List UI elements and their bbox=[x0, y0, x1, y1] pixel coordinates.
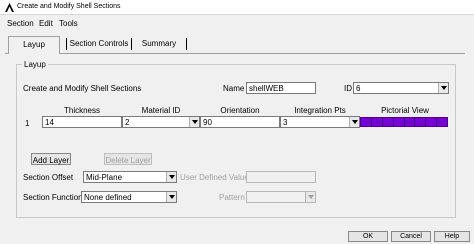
layer-segment bbox=[426, 118, 438, 126]
pattern-select[interactable] bbox=[246, 191, 316, 203]
layer-segment bbox=[415, 118, 427, 126]
menu-tools[interactable]: Tools bbox=[59, 19, 78, 28]
menu-edit[interactable]: Edit bbox=[39, 19, 53, 28]
id-select[interactable]: 6 bbox=[353, 82, 449, 94]
integration-pts-value: 3 bbox=[283, 118, 288, 127]
orientation-input[interactable]: 90 bbox=[200, 116, 280, 128]
thickness-value: 14 bbox=[45, 118, 54, 127]
ok-label: OK bbox=[362, 233, 374, 240]
material-id-select[interactable]: 2 bbox=[122, 116, 200, 128]
name-label: Name bbox=[223, 84, 245, 93]
chevron-down-icon[interactable] bbox=[166, 192, 176, 202]
layer-segment bbox=[394, 118, 405, 126]
pattern-label: Pattern bbox=[219, 193, 245, 202]
orientation-value: 90 bbox=[203, 118, 212, 127]
chevron-down-icon[interactable] bbox=[349, 117, 359, 127]
help-label: Help bbox=[444, 233, 460, 240]
layer-segment bbox=[372, 118, 383, 126]
layer-segment bbox=[383, 118, 394, 126]
section-offset-label: Section Offset bbox=[23, 173, 74, 182]
id-value: 6 bbox=[356, 84, 361, 93]
tab-divider bbox=[131, 38, 132, 50]
cancel-button[interactable]: Cancel bbox=[391, 231, 431, 242]
menu-bar: Section Edit Tools bbox=[0, 15, 474, 31]
layer-segment bbox=[405, 118, 416, 126]
section-heading: Create and Modify Shell Sections bbox=[23, 84, 142, 93]
window-title: Create and Modify Shell Sections bbox=[17, 3, 121, 10]
layup-group-title: Layup bbox=[22, 60, 48, 69]
add-layer-label: Add Layer bbox=[32, 156, 70, 165]
tab-section-controls[interactable]: Section Controls bbox=[68, 36, 130, 52]
user-defined-value-label: User Defined Value bbox=[180, 173, 249, 182]
name-value: shellWEB bbox=[249, 84, 284, 93]
tab-layup-label: Layup bbox=[23, 40, 45, 49]
app-logo-icon bbox=[5, 3, 14, 12]
chevron-down-icon[interactable] bbox=[189, 117, 199, 127]
user-defined-value-input[interactable] bbox=[246, 171, 316, 183]
tab-layup[interactable]: Layup bbox=[8, 36, 60, 54]
section-offset-value: Mid-Plane bbox=[86, 173, 123, 182]
delete-layer-button[interactable]: Delete Layer bbox=[104, 153, 152, 165]
title-bar: Create and Modify Shell Sections bbox=[0, 0, 474, 15]
menu-section[interactable]: Section bbox=[7, 19, 34, 28]
integration-pts-select[interactable]: 3 bbox=[280, 116, 360, 128]
ok-button[interactable]: OK bbox=[348, 231, 388, 242]
layer-segment bbox=[437, 118, 447, 126]
chevron-down-icon[interactable] bbox=[438, 83, 448, 93]
help-button[interactable]: Help bbox=[434, 231, 470, 242]
material-id-value: 2 bbox=[125, 118, 130, 127]
add-layer-button[interactable]: Add Layer bbox=[31, 153, 71, 165]
chevron-down-icon[interactable] bbox=[305, 192, 315, 202]
tab-divider bbox=[186, 38, 187, 50]
tab-summary-label: Summary bbox=[141, 39, 177, 48]
id-label: ID bbox=[344, 84, 352, 93]
thickness-input[interactable]: 14 bbox=[42, 116, 122, 128]
row-index: 1 bbox=[25, 119, 30, 128]
delete-layer-label: Delete Layer bbox=[105, 156, 151, 165]
layer-segment bbox=[361, 118, 372, 126]
name-input[interactable]: shellWEB bbox=[246, 82, 316, 94]
section-function-label: Section Function bbox=[23, 193, 83, 202]
tab-divider bbox=[66, 38, 67, 50]
tab-section-controls-label: Section Controls bbox=[69, 39, 129, 48]
tab-summary[interactable]: Summary bbox=[134, 36, 184, 52]
chevron-down-icon[interactable] bbox=[166, 172, 176, 182]
section-function-value: None defined bbox=[84, 193, 132, 202]
pictorial-view-bar bbox=[360, 117, 448, 127]
section-function-select[interactable]: None defined bbox=[81, 191, 177, 203]
section-offset-select[interactable]: Mid-Plane bbox=[83, 171, 177, 183]
cancel-label: Cancel bbox=[400, 233, 422, 240]
